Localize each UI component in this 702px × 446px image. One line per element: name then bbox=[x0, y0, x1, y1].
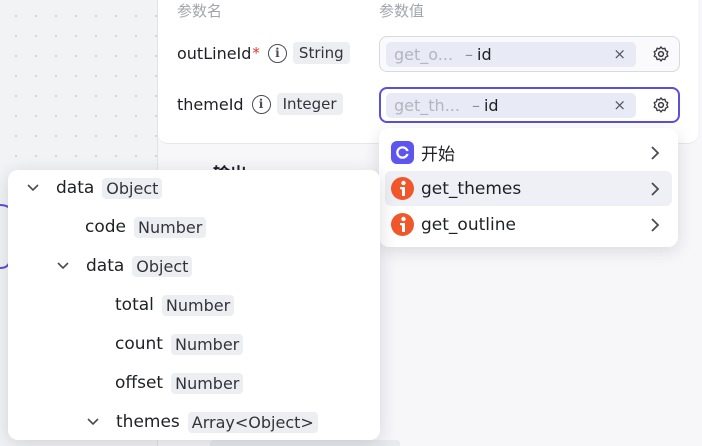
tree-node-name: data bbox=[56, 178, 95, 198]
chevron-right-icon bbox=[651, 146, 660, 160]
param-row-themeid: themeId i Integer bbox=[177, 86, 343, 122]
tree-node-name: themes bbox=[116, 412, 180, 432]
variable-source-dropdown: 开始 get_themes get_outline bbox=[379, 128, 678, 247]
param-row-outlineid: outLineId * i String bbox=[177, 35, 350, 71]
chevron-down-icon[interactable] bbox=[26, 183, 40, 193]
variable-reference-chip[interactable]: get_th... – id × bbox=[386, 93, 636, 118]
tree-node-name: data bbox=[86, 256, 125, 276]
clear-variable-icon[interactable]: × bbox=[613, 96, 626, 114]
variable-separator: – bbox=[465, 45, 474, 64]
chevron-right-icon bbox=[651, 218, 660, 232]
param-name: themeId bbox=[177, 94, 244, 114]
variable-reference-chip[interactable]: get_o... – id × bbox=[386, 42, 636, 67]
variable-field: id bbox=[483, 96, 499, 115]
tree-node-name: count bbox=[115, 334, 163, 354]
chevron-down-icon[interactable] bbox=[56, 261, 70, 271]
tree-node-data[interactable]: data Object bbox=[26, 175, 163, 201]
tree-node-type: Number bbox=[161, 294, 235, 316]
tree-node-type: Number bbox=[171, 372, 244, 394]
param-value-header: 参数值 bbox=[379, 2, 425, 20]
info-icon[interactable]: i bbox=[251, 94, 271, 114]
tree-node-type: Number bbox=[170, 333, 244, 355]
api-plugin-icon bbox=[391, 213, 414, 236]
input-params-section: 参数名 参数值 outLineId * i String get_o... – … bbox=[158, 0, 698, 144]
param-name: outLineId bbox=[177, 43, 252, 63]
output-list-background bbox=[210, 440, 400, 446]
tree-node-offset[interactable]: offset Number bbox=[115, 370, 244, 396]
tree-node-name: code bbox=[85, 217, 126, 237]
tree-node-data-nested[interactable]: data Object bbox=[56, 253, 193, 279]
param-value-input-outlineid[interactable]: get_o... – id × bbox=[379, 36, 680, 72]
tree-node-type: Number bbox=[134, 216, 207, 238]
chevron-right-icon bbox=[651, 182, 660, 196]
param-value-input-themeid[interactable]: get_th... – id × bbox=[379, 87, 680, 123]
param-type-tag: Integer bbox=[276, 93, 343, 115]
tree-node-type: Array<Object> bbox=[187, 411, 318, 433]
dropdown-item-label: 开始 bbox=[421, 145, 455, 165]
tree-node-code[interactable]: code Number bbox=[85, 214, 207, 240]
param-name-header: 参数名 bbox=[177, 2, 223, 20]
info-icon[interactable]: i bbox=[267, 43, 287, 63]
dropdown-item-start[interactable]: 开始 bbox=[385, 135, 672, 170]
tree-node-type: Object bbox=[102, 177, 163, 199]
output-variable-tree: data Object code Number data Object tota… bbox=[8, 170, 380, 440]
param-type-tag: String bbox=[292, 42, 350, 64]
dropdown-item-get-themes[interactable]: get_themes bbox=[385, 171, 672, 206]
tree-node-name: total bbox=[115, 295, 154, 315]
variable-source: get_th... bbox=[394, 96, 460, 115]
tree-node-total[interactable]: total Number bbox=[115, 292, 235, 318]
dropdown-item-get-outline[interactable]: get_outline bbox=[385, 207, 672, 242]
start-node-icon bbox=[391, 141, 414, 164]
chevron-down-icon[interactable] bbox=[86, 417, 100, 427]
variable-field: id bbox=[477, 45, 492, 64]
api-plugin-icon bbox=[391, 177, 414, 200]
gear-icon[interactable] bbox=[652, 45, 670, 63]
dropdown-item-label: get_outline bbox=[421, 214, 516, 235]
tree-node-name: offset bbox=[115, 373, 164, 393]
tree-node-count[interactable]: count Number bbox=[115, 331, 244, 357]
required-mark: * bbox=[252, 44, 260, 62]
tree-node-themes[interactable]: themes Array<Object> bbox=[86, 409, 318, 435]
tree-node-type: Object bbox=[132, 255, 193, 277]
clear-variable-icon[interactable]: × bbox=[613, 45, 626, 63]
dropdown-item-label: get_themes bbox=[421, 178, 522, 199]
variable-separator: – bbox=[471, 96, 480, 115]
gear-icon[interactable] bbox=[652, 96, 670, 114]
variable-source: get_o... bbox=[394, 45, 454, 64]
